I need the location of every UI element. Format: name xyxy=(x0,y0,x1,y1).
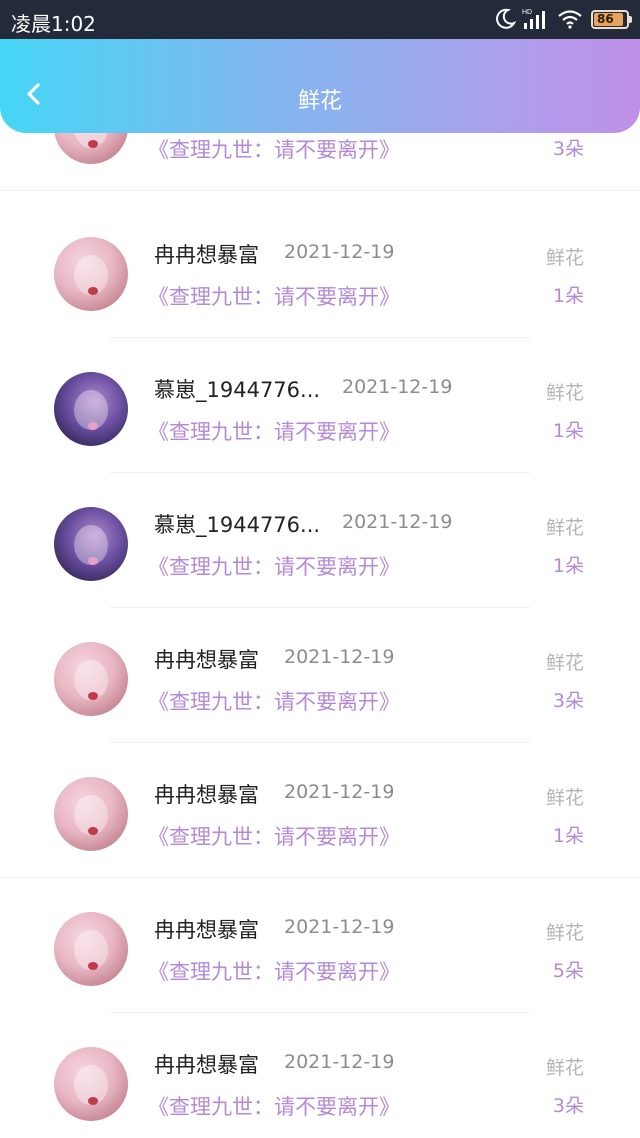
avatar xyxy=(54,372,128,446)
list-item[interactable]: 冉冉想暴富 2021-12-19 《查理九世：请不要离开》 鲜花 3朵 xyxy=(0,608,640,743)
gift-date: 2021-12-19 xyxy=(284,241,395,263)
book-title: 《查理九世：请不要离开》 xyxy=(148,555,400,579)
book-title: 《查理九世：请不要离开》 xyxy=(148,825,400,849)
sender-name: 冉冉想暴富 xyxy=(154,1053,259,1077)
avatar xyxy=(54,507,128,581)
wifi-icon xyxy=(558,10,582,29)
sender-name: 慕崽_1944776... xyxy=(154,513,321,537)
avatar xyxy=(54,1047,128,1121)
avatar xyxy=(54,237,128,311)
gift-type: 鲜花 xyxy=(545,1057,584,1079)
list-item[interactable]: 慕崽_1944776... 2021-12-19 《查理九世：请不要离开》 鲜花… xyxy=(0,338,640,473)
gift-date: 2021-12-19 xyxy=(284,916,395,938)
gift-date: 2021-12-19 xyxy=(284,646,395,668)
book-title: 《查理九世：请不要离开》 xyxy=(148,138,400,162)
list-item[interactable]: 《查理九世：请不要离开》 3朵 xyxy=(0,133,640,191)
moon-icon xyxy=(496,8,516,29)
list-item[interactable]: 冉冉想暴富 2021-12-19 《查理九世：请不要离开》 鲜花 3朵 xyxy=(0,1013,640,1138)
book-title: 《查理九世：请不要离开》 xyxy=(148,285,400,309)
battery-level: 86 xyxy=(597,12,614,26)
sender-name: 冉冉想暴富 xyxy=(154,783,259,807)
gift-type: 鲜花 xyxy=(545,517,584,539)
avatar xyxy=(54,642,128,716)
avatar xyxy=(54,133,128,164)
book-title: 《查理九世：请不要离开》 xyxy=(148,1095,400,1119)
sender-name: 冉冉想暴富 xyxy=(154,918,259,942)
sender-name: 慕崽_1944776... xyxy=(154,378,321,402)
gift-type: 鲜花 xyxy=(545,787,584,809)
gift-date: 2021-12-19 xyxy=(342,376,453,398)
page-title: 鲜花 xyxy=(297,89,342,114)
sender-name: 冉冉想暴富 xyxy=(154,243,259,267)
book-title: 《查理九世：请不要离开》 xyxy=(148,690,400,714)
gift-count: 3朵 xyxy=(552,1095,584,1117)
gift-type: 鲜花 xyxy=(545,652,584,674)
list-item[interactable]: 慕崽_1944776... 2021-12-19 《查理九世：请不要离开》 鲜花… xyxy=(0,473,640,608)
avatar xyxy=(54,912,128,986)
status-bar: 凌晨1:02 HD 86 xyxy=(0,0,640,39)
gift-date: 2021-12-19 xyxy=(284,1051,395,1073)
divider xyxy=(0,190,640,191)
gift-count: 1朵 xyxy=(552,420,584,442)
header-bar: 鲜花 xyxy=(0,39,640,133)
gift-count: 3朵 xyxy=(552,138,584,160)
sender-name: 冉冉想暴富 xyxy=(154,648,259,672)
avatar xyxy=(54,777,128,851)
gift-date: 2021-12-19 xyxy=(284,781,395,803)
gift-count: 1朵 xyxy=(552,285,584,307)
list-item[interactable]: 冉冉想暴富 2021-12-19 《查理九世：请不要离开》 鲜花 1朵 xyxy=(0,203,640,338)
book-title: 《查理九世：请不要离开》 xyxy=(148,960,400,984)
battery-icon: 86 xyxy=(591,10,632,29)
gift-list[interactable]: 《查理九世：请不要离开》 3朵 冉冉想暴富 2021-12-19 《查理九世：请… xyxy=(0,133,640,1138)
gift-type: 鲜花 xyxy=(545,247,584,269)
gift-type: 鲜花 xyxy=(545,382,584,404)
gift-type: 鲜花 xyxy=(545,922,584,944)
hd-signal-icon: HD xyxy=(522,9,545,29)
list-item[interactable]: 冉冉想暴富 2021-12-19 《查理九世：请不要离开》 鲜花 1朵 xyxy=(0,743,640,878)
gift-date: 2021-12-19 xyxy=(342,511,453,533)
gift-count: 1朵 xyxy=(552,825,584,847)
gift-count: 1朵 xyxy=(552,555,584,577)
svg-text:HD: HD xyxy=(522,9,532,16)
status-time: 凌晨1:02 xyxy=(11,12,96,36)
gift-count: 5朵 xyxy=(552,960,584,982)
book-title: 《查理九世：请不要离开》 xyxy=(148,420,400,444)
list-item[interactable]: 冉冉想暴富 2021-12-19 《查理九世：请不要离开》 鲜花 5朵 xyxy=(0,878,640,1013)
gift-count: 3朵 xyxy=(552,690,584,712)
